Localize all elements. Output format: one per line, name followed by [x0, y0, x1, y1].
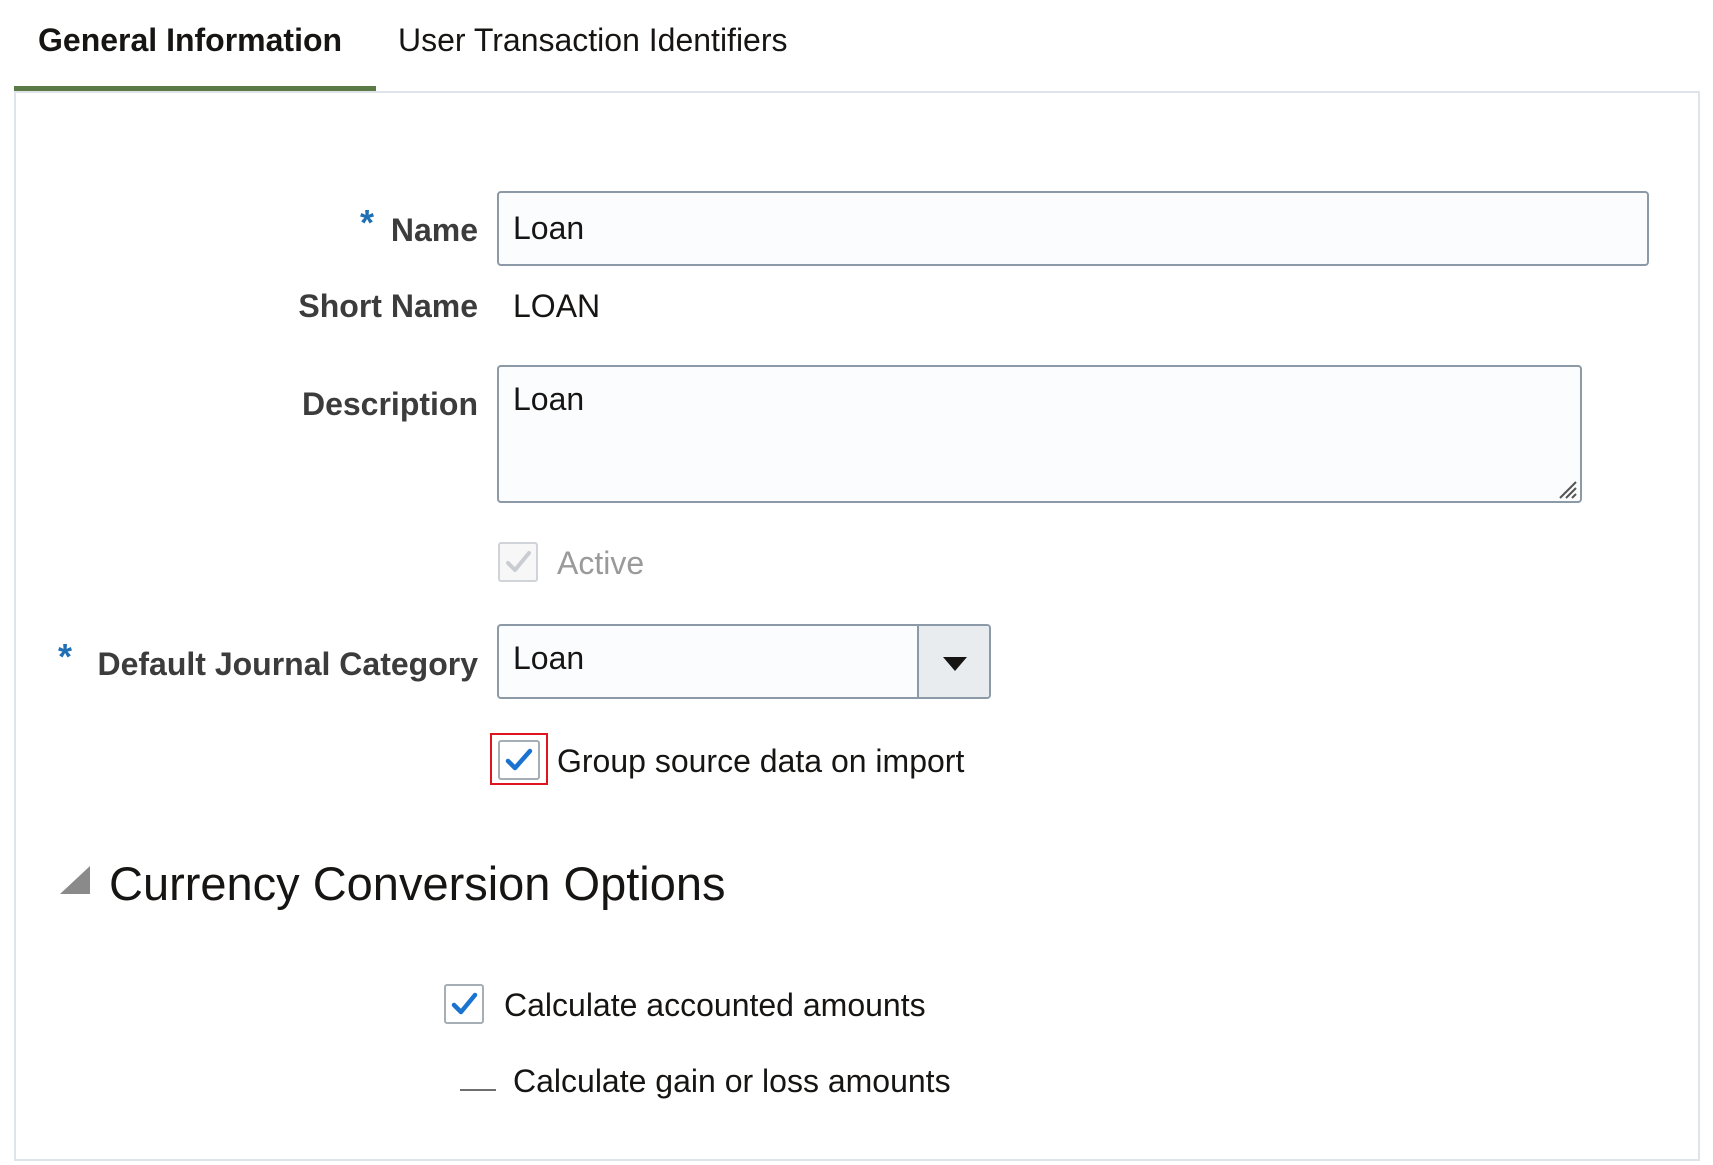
- calculate-accounted-amounts-checkbox[interactable]: [444, 984, 484, 1024]
- default-journal-category-value: Loan: [513, 640, 585, 676]
- short-name-label: Short Name: [298, 288, 478, 324]
- section-title: Currency Conversion Options: [109, 857, 726, 910]
- group-source-label: Group source data on import: [557, 743, 965, 779]
- collapse-triangle-icon[interactable]: [58, 864, 92, 896]
- tab-user-transaction-identifiers[interactable]: User Transaction Identifiers: [398, 22, 788, 59]
- required-marker: *: [360, 202, 375, 243]
- checkmark-icon: [451, 992, 478, 1015]
- default-journal-category-select[interactable]: Loan: [497, 624, 991, 699]
- active-label: Active: [557, 545, 645, 581]
- tab-general-information[interactable]: General Information: [38, 22, 342, 59]
- required-marker: *: [58, 636, 73, 677]
- calculate-gain-loss-label: Calculate gain or loss amounts: [513, 1063, 951, 1099]
- group-source-checkbox[interactable]: [498, 740, 540, 780]
- checkmark-icon: [505, 748, 533, 771]
- unchecked-indicator: [460, 1089, 496, 1091]
- name-label: Name: [390, 212, 478, 248]
- calculate-accounted-amounts-label: Calculate accounted amounts: [504, 987, 926, 1023]
- description-textarea[interactable]: Loan: [497, 365, 1582, 503]
- short-name-value: LOAN: [513, 288, 601, 324]
- name-input[interactable]: [497, 191, 1649, 266]
- description-label: Description: [301, 386, 478, 422]
- default-journal-category-label: Default Journal Category: [97, 646, 478, 682]
- active-checkbox: [498, 542, 538, 582]
- checkmark-icon: [506, 551, 531, 572]
- dropdown-button[interactable]: [917, 626, 989, 697]
- resize-grip-icon[interactable]: [1556, 478, 1578, 500]
- chevron-down-icon: [943, 657, 967, 671]
